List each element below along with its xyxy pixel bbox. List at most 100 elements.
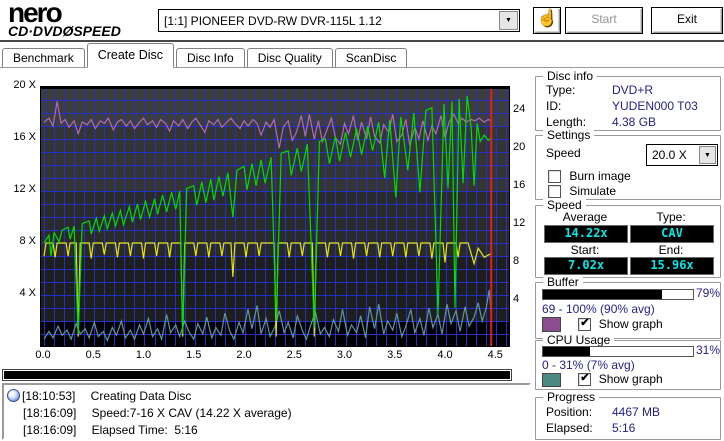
burn-image-checkbox[interactable] (548, 170, 561, 184)
log-message: Creating Data Disc (84, 388, 192, 403)
x-axis-tick: 4.5 (487, 349, 503, 361)
left-axis-tick: 20 X (13, 79, 36, 91)
log-row: [18:10:53] Creating Data Disc (7, 387, 527, 404)
buffer-range: 69 - 100% (90% avg) (542, 302, 655, 316)
cd-dvd-speed-logo-text: CD·DVDØSPEED (8, 23, 121, 39)
cpu-show-graph-checkbox[interactable]: ✔ (578, 373, 592, 387)
row-value: 5:16 (612, 421, 636, 435)
x-axis-tick: 4.0 (437, 349, 453, 361)
info-row: ID: YUDEN000 T03 (546, 98, 716, 114)
right-axis-tick: 12 (513, 217, 526, 229)
info-row: Position: 4467 MB (546, 404, 716, 420)
row-value: DVD+R (612, 83, 654, 97)
group-title: CPU Usage (543, 333, 615, 347)
x-axis-tick: 2.0 (236, 349, 252, 361)
right-axis-tick: 16 (513, 179, 526, 191)
disc-symbol-icon: Ø (62, 23, 74, 39)
right-axis-tick: 24 (513, 103, 526, 115)
log-message: Speed:7-16 X CAV (14.22 X average) (85, 405, 292, 420)
start-speed-value: 7.02x (544, 257, 628, 275)
simulate-checkbox[interactable] (548, 185, 561, 199)
end-speed-value: 15.96x (630, 257, 714, 275)
speed-label: Speed (546, 146, 581, 160)
tab-disc-quality[interactable]: Disc Quality (246, 48, 333, 68)
speed-group: Speed Average Type: 14.22x CAV Start: En… (535, 198, 721, 278)
info-row: Type: DVD+R (546, 82, 716, 98)
drive-select-combobox[interactable]: [1:1] PIONEER DVD-RW DVR-115L 1.12 ▼ (158, 9, 520, 32)
disc-info-group: Disc info Type: DVD+R ID: YUDEN000 T03 Lengt… (535, 69, 721, 131)
x-axis-tick: 1.0 (135, 349, 152, 361)
chart-plot-area (40, 86, 510, 348)
log-time: [18:16:09] (23, 405, 77, 420)
tab-create-disc[interactable]: Create Disc (86, 43, 174, 68)
disc-info-icon (7, 389, 20, 402)
cpu-percent: 31% (696, 343, 721, 357)
row-label: Position: (546, 405, 593, 419)
position-progressbar-fill (4, 371, 510, 379)
event-log[interactable]: [18:10:53] Creating Data Disc [18:16:09] … (2, 383, 531, 440)
left-axis-tick: 4 X (19, 287, 36, 299)
tab-scandisc[interactable]: ScanDisc (334, 48, 408, 68)
average-label: Average (562, 210, 608, 224)
row-label: Type: (546, 83, 576, 97)
cpu-graph-swatch (542, 372, 561, 387)
x-axis-tick: 3.5 (387, 349, 403, 361)
x-axis-tick: 3.0 (336, 349, 353, 361)
chevron-down-icon[interactable]: ▼ (699, 146, 716, 164)
buffer-show-graph-label: Show graph (598, 317, 663, 331)
settings-group: Settings Speed 20.0 X ▼ Burn image Simul… (535, 128, 721, 200)
speed-select-combobox[interactable]: 20.0 X ▼ (646, 144, 718, 166)
info-row: Elapsed: 5:16 (546, 420, 716, 436)
chevron-down-icon[interactable]: ▼ (499, 11, 518, 30)
exit-button[interactable]: Exit (651, 7, 723, 34)
buffer-percent: 79% (696, 286, 721, 300)
x-axis-tick: 2.5 (286, 349, 302, 361)
right-axis-tick: 8 (513, 255, 520, 267)
group-title: Settings (543, 128, 595, 142)
cpu-bar (542, 346, 694, 357)
drive-select-value: [1:1] PIONEER DVD-RW DVR-115L 1.12 (164, 13, 382, 28)
log-message: Elapsed Time: 5:16 (85, 422, 198, 437)
buffer-graph-swatch (542, 317, 561, 333)
speed-select-value: 20.0 X (652, 148, 687, 162)
buffer-bar-fill (543, 290, 662, 299)
log-time: [18:16:09] (23, 422, 77, 437)
left-axis-tick: 8 X (19, 235, 36, 247)
left-axis-tick: 12 X (13, 183, 36, 195)
buffer-show-graph-checkbox[interactable]: ✔ (578, 318, 592, 332)
left-axis-tick: 16 X (13, 131, 36, 143)
start-button[interactable]: Start (565, 7, 643, 34)
position-progressbar (2, 369, 512, 381)
row-value: 4.38 GB (612, 115, 657, 129)
cpu-show-graph-label: Show graph (598, 372, 663, 386)
end-speed-label: End: (658, 243, 684, 257)
start-speed-label: Start: (570, 243, 600, 257)
row-label: ID: (546, 99, 562, 113)
nero-logo: nero CD·DVDØSPEED (8, 0, 153, 39)
burn-image-label: Burn image (569, 169, 631, 183)
tab-bar: Benchmark Create Disc Disc Info Disc Qualit… (2, 43, 409, 68)
progress-group: Progress Position: 4467 MB Elapsed: 5:16 (535, 390, 721, 440)
log-time: [18:10:53] (22, 388, 76, 403)
buffer-bar (542, 289, 694, 300)
x-axis-tick: 1.5 (186, 349, 202, 361)
x-axis-tick: 0.0 (35, 349, 51, 361)
right-axis-tick: 20 (513, 141, 526, 153)
simulate-label: Simulate (569, 184, 617, 198)
row-value: 4467 MB (612, 405, 661, 419)
tab-benchmark[interactable]: Benchmark (2, 48, 85, 68)
type-label: Type: (656, 210, 686, 224)
row-label: Elapsed: (546, 421, 593, 435)
row-label: Length: (546, 115, 587, 129)
hand-icon: ☝ (537, 10, 557, 27)
cpu-range: 0 - 31% (7% avg) (542, 358, 635, 372)
row-value: YUDEN000 T03 (612, 99, 698, 113)
type-value: CAV (630, 225, 714, 243)
group-title: Progress (543, 390, 600, 404)
average-value: 14.22x (544, 225, 628, 243)
group-title: Buffer (543, 275, 583, 289)
right-axis-tick: 4 (513, 293, 520, 305)
drive-options-button[interactable]: ☝ (533, 7, 561, 34)
cpu-bar-fill (543, 347, 590, 356)
tab-disc-info[interactable]: Disc Info (176, 48, 245, 68)
